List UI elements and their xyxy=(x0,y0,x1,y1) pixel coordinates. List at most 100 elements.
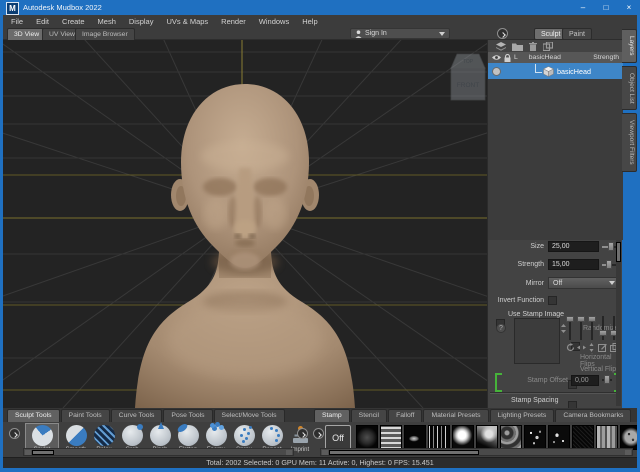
tab-pose-tools[interactable]: Pose Tools xyxy=(163,409,212,422)
menu-render[interactable]: Render xyxy=(221,17,246,26)
viewport-3d[interactable]: TOP FRONT xyxy=(3,40,487,408)
layers-header-row[interactable]: L basicHead Strength xyxy=(488,52,623,63)
stamp-rotate-icon[interactable] xyxy=(566,343,575,352)
mudbox-window: { "titlebar": { "app_icon": "M", "title"… xyxy=(0,0,640,472)
edit-stamp-icon[interactable] xyxy=(598,343,607,352)
menu-file[interactable]: File xyxy=(11,17,23,26)
stamp-offset-field[interactable]: 0,00 xyxy=(571,375,599,386)
menu-windows[interactable]: Windows xyxy=(259,17,289,26)
chevron-right-icon xyxy=(500,32,506,38)
new-layer-icon[interactable] xyxy=(496,42,506,51)
use-stamp-image-label: Use Stamp Image xyxy=(508,311,564,318)
tab-lighting-presets[interactable]: Lighting Presets xyxy=(490,409,555,422)
stamp-spacing-label: Stamp Spacing xyxy=(511,397,558,404)
flip-vertical-icon[interactable] xyxy=(589,343,594,352)
sculpt-tools-tray: Sculpt Smooth Relax Grab Pinch Flatten F… xyxy=(3,422,310,457)
tool-tray-scrollbar[interactable] xyxy=(23,448,294,456)
stamp-thumbnail[interactable] xyxy=(356,425,378,450)
flip-horizontal-icon[interactable] xyxy=(577,345,586,350)
tab-sculpt-tools[interactable]: Sculpt Tools xyxy=(7,409,60,422)
chevron-down-icon xyxy=(439,32,445,36)
title-bar[interactable]: M Autodesk Mudbox 2022 – □ × xyxy=(0,0,640,15)
grab-tool-icon xyxy=(122,425,143,446)
randomize-slider-2[interactable] xyxy=(577,316,585,340)
flatten-tool-icon xyxy=(178,425,199,446)
menu-mesh[interactable]: Mesh xyxy=(98,17,116,26)
tab-stencil[interactable]: Stencil xyxy=(351,409,387,422)
tab-select-move-tools[interactable]: Select/Move Tools xyxy=(214,409,285,422)
tab-object-list[interactable]: Object List xyxy=(622,66,637,111)
stamp-thumbnail[interactable] xyxy=(524,425,546,450)
tab-stamp[interactable]: Stamp xyxy=(314,409,350,422)
pinch-tool-icon xyxy=(150,425,171,446)
tab-viewport-filters[interactable]: Viewport Filters xyxy=(622,113,637,172)
invert-function-checkbox[interactable] xyxy=(548,296,557,305)
visibility-eye-icon[interactable] xyxy=(492,54,501,61)
randomize-slider-1[interactable] xyxy=(566,316,574,340)
stamp-thumbnail[interactable] xyxy=(380,425,402,450)
person-icon xyxy=(355,30,362,38)
menu-uvs-maps[interactable]: UVs & Maps xyxy=(166,17,208,26)
layer-radio-icon[interactable] xyxy=(492,67,501,76)
stamp-thumbnail[interactable] xyxy=(596,425,618,450)
stamp-thumbnail[interactable] xyxy=(404,425,426,450)
stamp-scroll-left-button[interactable] xyxy=(313,428,324,439)
stamp-offset-slider[interactable] xyxy=(602,375,612,384)
menu-help[interactable]: Help xyxy=(302,17,317,26)
properties-scrollbar[interactable] xyxy=(616,240,621,406)
tab-curve-tools[interactable]: Curve Tools xyxy=(111,409,163,422)
foamy-tool-icon xyxy=(206,425,227,446)
sign-in-label: Sign In xyxy=(365,30,436,37)
status-bar: Total: 2002 Selected: 0 GPU Mem: 11 Acti… xyxy=(3,457,637,468)
maximize-button[interactable]: □ xyxy=(595,0,617,15)
randomize-slider-3[interactable] xyxy=(588,316,596,340)
mirror-label: Mirror xyxy=(488,280,544,287)
minimize-button[interactable]: – xyxy=(572,0,594,15)
stamp-help-button[interactable]: ? xyxy=(496,323,506,333)
tab-material-presets[interactable]: Material Presets xyxy=(423,409,488,422)
layers-list-empty-area[interactable] xyxy=(488,79,623,240)
stamp-preview[interactable] xyxy=(514,318,560,364)
tab-paint-tools[interactable]: Paint Tools xyxy=(61,409,110,422)
tab-camera-bookmarks[interactable]: Camera Bookmarks xyxy=(555,409,631,422)
stamp-thumbnail[interactable] xyxy=(548,425,570,450)
stamp-thumbnail[interactable] xyxy=(428,425,450,450)
delete-icon[interactable] xyxy=(529,42,537,51)
vertical-flips-label: Vertical Flips xyxy=(580,366,620,373)
menu-create[interactable]: Create xyxy=(62,17,85,26)
tab-3d-view[interactable]: 3D View xyxy=(7,28,46,40)
tab-falloff[interactable]: Falloff xyxy=(388,409,422,422)
folder-icon[interactable] xyxy=(512,42,523,51)
duplicate-icon[interactable] xyxy=(543,42,553,51)
stamp-thumbnail[interactable] xyxy=(500,425,522,450)
window-title: Autodesk Mudbox 2022 xyxy=(23,3,102,12)
tab-layers[interactable]: Layers xyxy=(622,29,637,63)
lock-icon[interactable] xyxy=(504,54,511,62)
randomize-slider-4[interactable] xyxy=(599,316,607,340)
tab-paint[interactable]: Paint xyxy=(562,28,592,40)
tab-image-browser[interactable]: Image Browser xyxy=(75,28,135,40)
stamp-tray-scrollbar[interactable] xyxy=(320,448,633,456)
stamp-thumbnail[interactable] xyxy=(572,425,594,450)
stamp-off-button[interactable]: Off xyxy=(325,425,351,450)
view-navigation-cube[interactable]: TOP FRONT xyxy=(451,54,485,100)
tool-tab-bar: Sculpt Tools Paint Tools Curve Tools Pos… xyxy=(3,408,310,422)
strength-label: Strength xyxy=(488,261,544,268)
tray-scroll-right-button[interactable] xyxy=(297,428,308,439)
panel-collapse-button[interactable] xyxy=(497,28,508,39)
layers-header-name: basicHead xyxy=(529,54,561,61)
stamp-thumbnail[interactable] xyxy=(620,425,637,450)
stamp-thumbnail[interactable] xyxy=(476,425,498,450)
menu-edit[interactable]: Edit xyxy=(36,17,49,26)
view-tab-bar: 3D View UV View Image Browser Sign In Sc… xyxy=(3,27,637,40)
layer-row-basichead[interactable]: basicHead xyxy=(488,63,623,79)
menu-display[interactable]: Display xyxy=(129,17,154,26)
strength-field[interactable]: 15,00 xyxy=(548,259,599,270)
size-field[interactable]: 25,00 xyxy=(548,241,599,252)
sign-in-button[interactable]: Sign In xyxy=(350,28,450,39)
close-button[interactable]: × xyxy=(618,0,640,15)
stamp-tray: Off xyxy=(310,422,637,457)
mirror-dropdown[interactable]: Off xyxy=(548,277,620,289)
tray-scroll-left-button[interactable] xyxy=(9,428,20,439)
stamp-thumbnail[interactable] xyxy=(452,425,474,450)
